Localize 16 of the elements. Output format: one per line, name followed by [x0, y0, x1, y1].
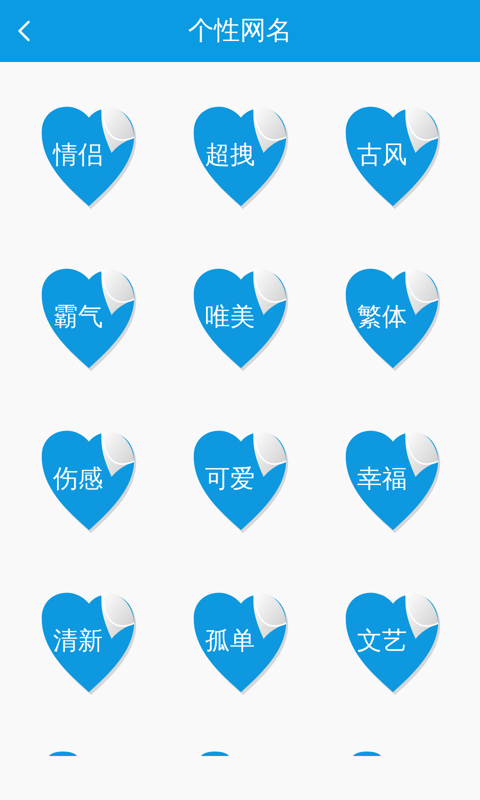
category-button[interactable]: 繁体: [342, 262, 442, 372]
category-button[interactable]: 情侣: [38, 100, 138, 210]
page-title: 个性网名: [188, 18, 292, 44]
category-button[interactable]: 文艺: [342, 586, 442, 696]
category-button[interactable]: 伤感: [38, 424, 138, 534]
category-button[interactable]: 唯美: [190, 262, 290, 372]
category-button[interactable]: 清新: [38, 586, 138, 696]
heart-top-icon: [49, 750, 77, 756]
category-button[interactable]: 霸气: [38, 262, 138, 372]
category-button[interactable]: 可爱: [190, 424, 290, 534]
category-button[interactable]: 古风: [342, 100, 442, 210]
heart-top-icon: [353, 750, 381, 756]
category-button[interactable]: 超拽: [190, 100, 290, 210]
heart-top-icon: [201, 750, 229, 756]
category-button[interactable]: 孤单: [190, 586, 290, 696]
category-button[interactable]: 幸福: [342, 424, 442, 534]
